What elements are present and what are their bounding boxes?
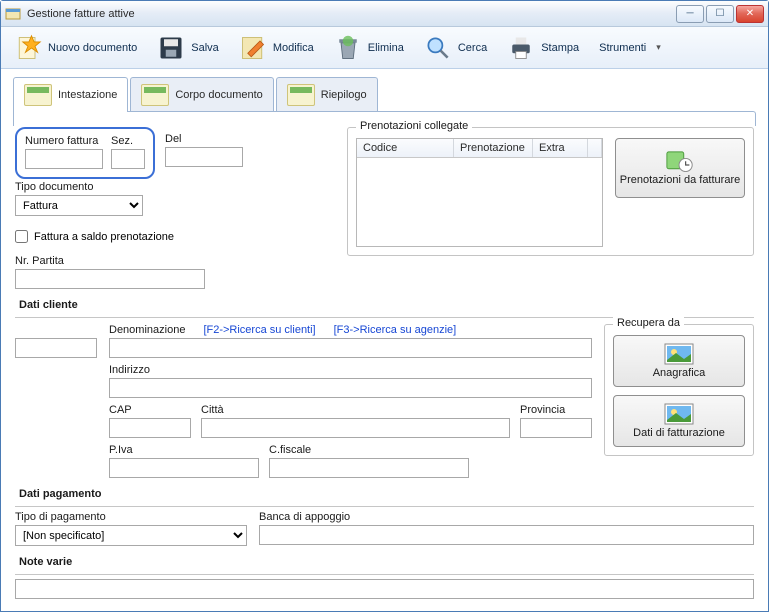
- recupera-legend: Recupera da: [613, 317, 684, 329]
- window-title: Gestione fatture attive: [27, 8, 676, 20]
- banca-appoggio-label: Banca di appoggio: [259, 511, 754, 523]
- edit-button[interactable]: Modifica: [230, 29, 323, 67]
- indirizzo-label: Indirizzo: [109, 364, 592, 376]
- search-button[interactable]: Cerca: [415, 29, 496, 67]
- f3-ricerca-agenzie-link[interactable]: [F3->Ricerca su agenzie]: [334, 324, 457, 336]
- toolbar: Nuovo documento Salva Modifica Elimina C…: [1, 27, 768, 69]
- nr-partita-input[interactable]: [15, 269, 205, 289]
- tipo-documento-select[interactable]: Fattura: [15, 195, 143, 216]
- tools-dropdown[interactable]: Strumenti: [590, 37, 670, 59]
- fattura-saldo-label: Fattura a saldo prenotazione: [34, 231, 174, 243]
- minimize-button[interactable]: ─: [676, 5, 704, 23]
- floppy-icon: [157, 34, 185, 62]
- del-input[interactable]: [165, 147, 243, 167]
- recupera-da-fieldset: Recupera da Anagrafica Dati di fatturazi…: [604, 324, 754, 456]
- indirizzo-input[interactable]: [109, 378, 592, 398]
- button-label: Strumenti: [599, 42, 646, 54]
- sezione-input[interactable]: [111, 149, 145, 169]
- button-label: Anagrafica: [653, 367, 706, 379]
- cfiscale-label: C.fiscale: [269, 444, 469, 456]
- numero-fattura-input[interactable]: [25, 149, 103, 169]
- provincia-input[interactable]: [520, 418, 592, 438]
- numero-fattura-label: Numero fattura: [25, 135, 103, 147]
- fattura-saldo-checkbox[interactable]: [15, 230, 28, 243]
- piva-input[interactable]: [109, 458, 259, 478]
- banca-appoggio-input[interactable]: [259, 525, 754, 545]
- trash-icon: [334, 34, 362, 62]
- document-icon: [24, 84, 52, 106]
- invoice-number-group: Numero fattura Sez.: [15, 127, 155, 179]
- button-label: Dati di fatturazione: [633, 427, 725, 439]
- star-document-icon: [14, 34, 42, 62]
- button-label: Salva: [191, 42, 219, 54]
- col-extra: Extra: [533, 139, 588, 157]
- maximize-button[interactable]: ☐: [706, 5, 734, 23]
- print-button[interactable]: Stampa: [498, 29, 588, 67]
- col-prenotazione: Prenotazione: [454, 139, 533, 157]
- cap-input[interactable]: [109, 418, 191, 438]
- tab-corpo-documento[interactable]: Corpo documento: [130, 77, 273, 112]
- tab-intestazione[interactable]: Intestazione: [13, 77, 128, 112]
- piva-label: P.Iva: [109, 444, 259, 456]
- document-icon: [141, 84, 169, 106]
- anagrafica-button[interactable]: Anagrafica: [613, 335, 745, 387]
- col-codice: Codice: [357, 139, 454, 157]
- col-spacer: [588, 139, 602, 157]
- divider: [15, 574, 754, 575]
- table-body: [357, 158, 602, 246]
- tab-riepilogo[interactable]: Riepilogo: [276, 77, 378, 112]
- denominazione-input[interactable]: [109, 338, 592, 358]
- cfiscale-input[interactable]: [269, 458, 469, 478]
- cliente-code-input[interactable]: [15, 338, 97, 358]
- button-label: Nuovo documento: [48, 42, 137, 54]
- provincia-label: Provincia: [520, 404, 592, 416]
- dati-fatturazione-button[interactable]: Dati di fatturazione: [613, 395, 745, 447]
- button-label: Stampa: [541, 42, 579, 54]
- divider: [15, 506, 754, 507]
- button-label: Cerca: [458, 42, 487, 54]
- printer-icon: [507, 34, 535, 62]
- denominazione-label: Denominazione: [109, 324, 185, 336]
- sezione-label: Sez.: [111, 135, 145, 147]
- calendar-clock-icon: [665, 150, 695, 172]
- titlebar: Gestione fatture attive ─ ☐ ✕: [1, 1, 768, 27]
- prenotazioni-table[interactable]: Codice Prenotazione Extra: [356, 138, 603, 247]
- search-icon: [424, 34, 452, 62]
- close-button[interactable]: ✕: [736, 5, 764, 23]
- tipo-documento-label: Tipo documento: [15, 181, 335, 193]
- photo-icon: [664, 343, 694, 365]
- save-button[interactable]: Salva: [148, 29, 228, 67]
- dati-cliente-title: Dati cliente: [19, 299, 754, 311]
- tipo-pagamento-label: Tipo di pagamento: [15, 511, 247, 523]
- dati-pagamento-title: Dati pagamento: [19, 488, 754, 500]
- button-label: Prenotazioni da fatturare: [620, 174, 740, 186]
- tab-label: Corpo documento: [175, 89, 262, 101]
- app-icon: [5, 6, 21, 22]
- del-label: Del: [165, 133, 243, 145]
- tab-label: Riepilogo: [321, 89, 367, 101]
- photo-icon: [664, 403, 694, 425]
- tab-label: Intestazione: [58, 89, 117, 101]
- f2-ricerca-clienti-link[interactable]: [F2->Ricerca su clienti]: [203, 324, 315, 336]
- cap-label: CAP: [109, 404, 191, 416]
- button-label: Modifica: [273, 42, 314, 54]
- delete-button[interactable]: Elimina: [325, 29, 413, 67]
- new-document-button[interactable]: Nuovo documento: [5, 29, 146, 67]
- prenotazioni-legend: Prenotazioni collegate: [356, 120, 472, 132]
- tipo-pagamento-select[interactable]: [Non specificato]: [15, 525, 247, 546]
- button-label: Elimina: [368, 42, 404, 54]
- tab-strip: Intestazione Corpo documento Riepilogo: [1, 69, 768, 112]
- prenotazioni-fieldset: Prenotazioni collegate Codice Prenotazio…: [347, 127, 754, 256]
- prenotazioni-da-fatturare-button[interactable]: Prenotazioni da fatturare: [615, 138, 745, 198]
- citta-label: Città: [201, 404, 510, 416]
- note-varie-input[interactable]: [15, 579, 754, 599]
- edit-icon: [239, 34, 267, 62]
- nr-partita-label: Nr. Partita: [15, 255, 335, 267]
- citta-input[interactable]: [201, 418, 510, 438]
- document-icon: [287, 84, 315, 106]
- note-varie-title: Note varie: [19, 556, 754, 568]
